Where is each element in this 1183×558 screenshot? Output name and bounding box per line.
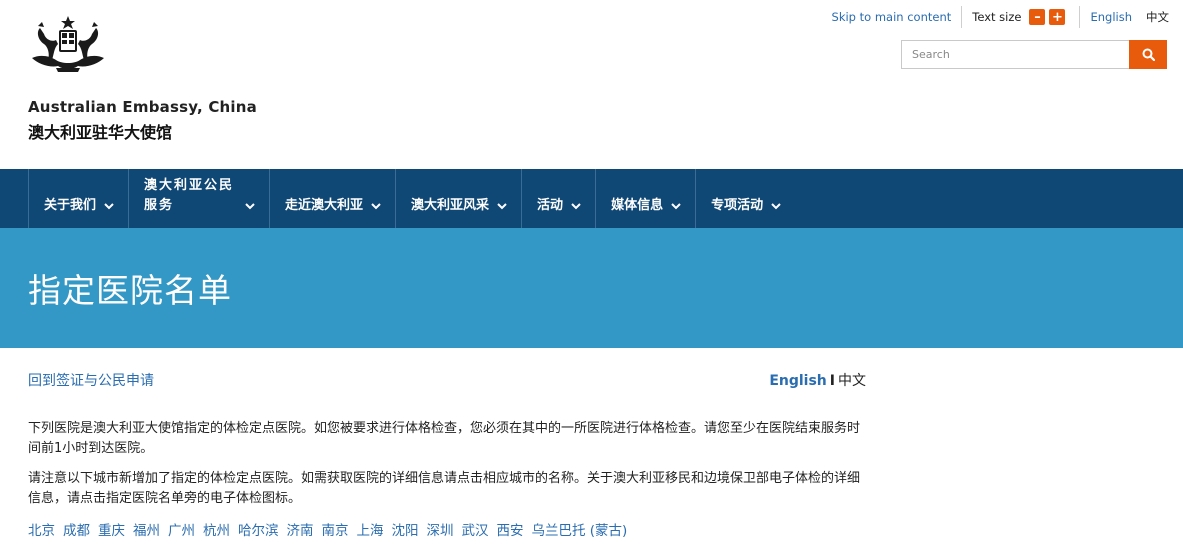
language-switch: English I 中文 xyxy=(769,370,866,390)
language-chinese-current: 中文 xyxy=(1146,10,1169,24)
page-title: 指定医院名单 xyxy=(28,271,232,310)
intro-paragraph: 下列医院是澳大利亚大使馆指定的体检定点医院。如您被要求进行体格检查，您必须在其中… xyxy=(28,421,861,456)
city-link-shenzhen[interactable]: 深圳 xyxy=(427,519,454,539)
nav-item-label: 媒体信息 xyxy=(611,198,664,213)
nav-item-label: 专项活动 xyxy=(711,198,764,213)
notice-paragraph: 请注意以下城市新增加了指定的体检定点医院。如需获取医院的详细信息请点击相应城市的… xyxy=(28,471,861,506)
search-icon xyxy=(1142,48,1155,61)
language-switch-english[interactable]: English xyxy=(769,373,826,389)
nav-item-media[interactable]: 媒体信息 xyxy=(595,169,695,228)
chevron-down-icon xyxy=(671,203,681,210)
decrease-text-size-button[interactable]: – xyxy=(1029,9,1046,25)
org-name-english[interactable]: Australian Embassy, China xyxy=(28,98,257,116)
divider xyxy=(1079,6,1081,28)
chevron-down-icon xyxy=(571,203,581,210)
city-link-guangzhou[interactable]: 广州 xyxy=(168,519,195,539)
nav-item-label: 澳大利亚公民服务 xyxy=(144,178,235,213)
city-link-xian[interactable]: 西安 xyxy=(497,519,524,539)
site-header: Australian Embassy, China 澳大利亚驻华大使馆 Skip… xyxy=(0,0,1183,169)
city-link-fuzhou[interactable]: 福州 xyxy=(133,519,160,539)
language-switch-separator: I xyxy=(829,373,835,389)
increase-text-size-button[interactable]: + xyxy=(1049,9,1066,25)
city-link-chengdu[interactable]: 成都 xyxy=(63,519,90,539)
city-link-jinan[interactable]: 济南 xyxy=(287,519,314,539)
nav-item-label: 澳大利亚风采 xyxy=(411,198,490,213)
nav-item-australia-style[interactable]: 澳大利亚风采 xyxy=(395,169,521,228)
city-link-shanghai[interactable]: 上海 xyxy=(357,519,384,539)
nav-item-label: 活动 xyxy=(537,198,564,213)
city-link-beijing[interactable]: 北京 xyxy=(28,519,55,539)
divider xyxy=(961,6,963,28)
search-input[interactable] xyxy=(901,40,1129,69)
nav-item-special-campaigns[interactable]: 专项活动 xyxy=(695,169,795,228)
text-size-label: Text size xyxy=(972,10,1022,24)
nav-item-discover-australia[interactable]: 走近澳大利亚 xyxy=(269,169,395,228)
utility-bar: Skip to main content Text size – + Engli… xyxy=(832,6,1169,28)
nav-item-label: 走近澳大利亚 xyxy=(285,198,364,213)
nav-item-label: 关于我们 xyxy=(44,198,97,213)
city-link-hangzhou[interactable]: 杭州 xyxy=(203,519,230,539)
city-link-ulaanbaatar[interactable]: 乌兰巴托 (蒙古) xyxy=(532,519,628,539)
language-switch-chinese: 中文 xyxy=(838,373,866,389)
city-link-wuhan[interactable]: 武汉 xyxy=(462,519,489,539)
city-link-nanjing[interactable]: 南京 xyxy=(322,519,349,539)
city-link-harbin[interactable]: 哈尔滨 xyxy=(238,519,279,539)
city-links: 北京 成都 重庆 福州 广州 杭州 哈尔滨 济南 南京 上海 沈阳 深圳 武汉 … xyxy=(28,519,635,539)
nav-item-events[interactable]: 活动 xyxy=(521,169,595,228)
back-to-visas-link[interactable]: 回到签证与公民申请 xyxy=(28,370,154,390)
search-button[interactable] xyxy=(1129,40,1167,69)
chevron-down-icon xyxy=(371,203,381,210)
chevron-down-icon xyxy=(771,203,781,210)
chevron-down-icon xyxy=(245,203,255,210)
city-link-shenyang[interactable]: 沈阳 xyxy=(392,519,419,539)
chevron-down-icon xyxy=(497,203,507,210)
language-english-link[interactable]: English xyxy=(1090,10,1132,24)
org-name-chinese[interactable]: 澳大利亚驻华大使馆 xyxy=(28,119,172,143)
city-link-chongqing[interactable]: 重庆 xyxy=(98,519,125,539)
main-navigation: 关于我们 澳大利亚公民服务 走近澳大利亚 澳大利亚风采 活动 媒体信息 专项活动 xyxy=(0,169,1183,228)
chevron-down-icon xyxy=(104,203,114,210)
coat-of-arms-logo[interactable] xyxy=(26,14,110,76)
skip-to-main-content-link[interactable]: Skip to main content xyxy=(832,10,952,24)
nav-item-citizen-services[interactable]: 澳大利亚公民服务 xyxy=(128,169,269,228)
search-bar xyxy=(901,40,1167,69)
page-banner: 指定医院名单 xyxy=(0,228,1183,348)
nav-item-about-us[interactable]: 关于我们 xyxy=(28,169,128,228)
